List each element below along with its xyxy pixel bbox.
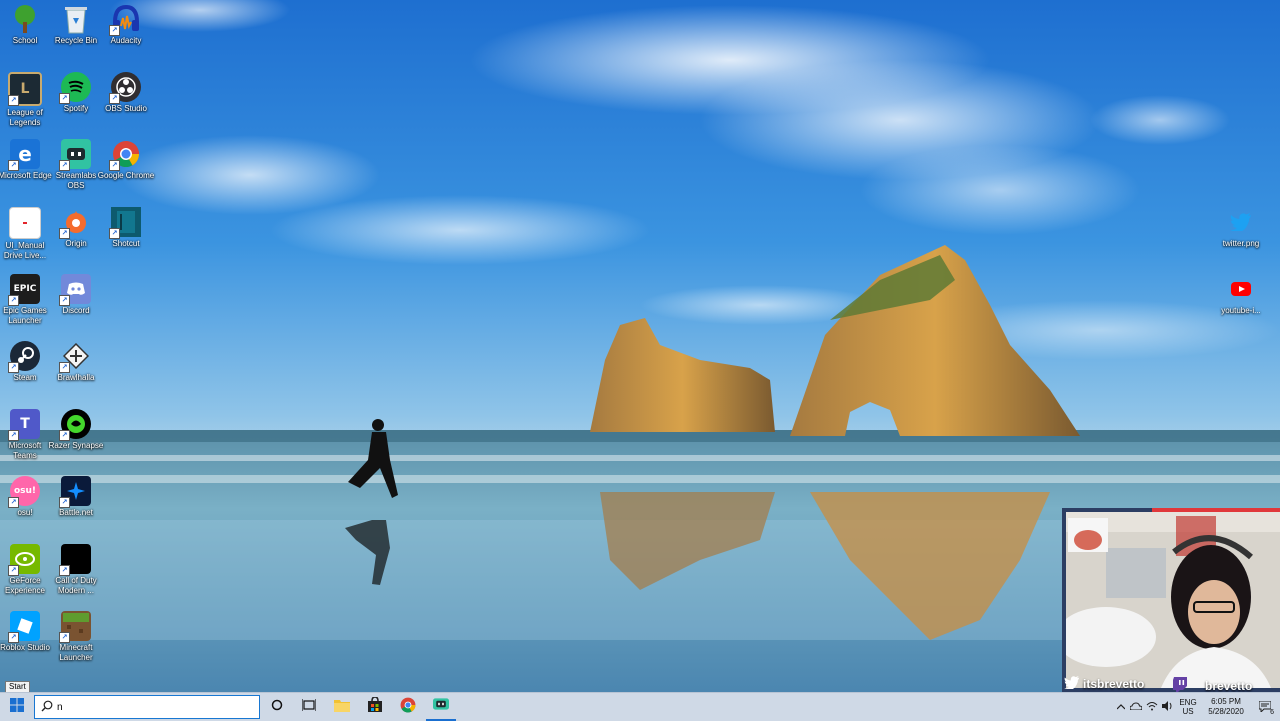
twitter-icon [1226,207,1256,237]
language-code: ENG [1179,698,1197,707]
call-of-duty-icon: ↗ [59,544,91,576]
taskbar-store[interactable] [360,693,390,721]
region-code: US [1182,707,1194,716]
task-view-button[interactable] [294,693,324,721]
edge-icon: e ↗ [8,139,40,171]
taskbar-clock[interactable]: 6:05 PM 5/28/2020 [1200,697,1252,717]
desktop-icon-label: Battle.net [59,508,93,517]
notification-count-badge: 6 [1270,708,1274,716]
brawlhalla-icon: ↗ [59,341,91,373]
streamlabs-icon [433,697,449,716]
start-button[interactable] [0,693,34,721]
windows-logo-icon [10,697,24,717]
epic-games-icon: EPIC ↗ [8,274,40,306]
taskbar: ENG US 6:05 PM 5/28/2020 6 [0,692,1280,721]
minecraft-icon: ↗ [59,611,91,643]
twitch-handle: brevetto [1172,676,1252,692]
chrome-icon: ↗ [109,139,141,171]
chrome-icon [400,697,416,718]
razer-icon: ↗ [59,409,91,441]
desktop-icon-label: Razer Synapse [48,441,104,450]
osu-icon: osu! ↗ [8,476,40,508]
pdf-icon [9,207,41,239]
twitter-icon [1064,676,1080,692]
audacity-icon: ↗ [109,4,141,36]
desktop-icon-twitter-png[interactable]: twitter.png [1210,203,1272,249]
webcam-overlay: itsbrevetto brevetto [1062,508,1280,692]
tree-icon [10,4,40,34]
desktop-icon-google-chrome[interactable]: ↗ Google Chrome [95,135,157,181]
obs-icon: ↗ [109,72,141,104]
action-center-button[interactable]: 6 [1252,700,1278,716]
desktop-icon-label: youtube-i... [1221,306,1261,315]
desktop-icon-minecraft[interactable]: ↗ Minecraft Launcher [45,607,107,663]
desktop-icon-audacity[interactable]: ↗ Audacity [95,0,157,46]
twitch-handle-text: brevetto [1205,678,1253,693]
volume-speaker-icon[interactable] [1160,701,1176,713]
input-language-indicator[interactable]: ENG US [1176,698,1200,716]
file-explorer-icon [334,698,350,717]
desktop-icon-shotcut[interactable]: ↗ Shotcut [95,203,157,249]
desktop-icon-label: twitter.png [1222,239,1260,248]
desktop-icon-label: Brawlhalla [57,373,95,382]
taskbar-search-box[interactable] [34,695,260,719]
desktop-icon-label: Call of Duty Modern ... [55,576,97,595]
taskbar-streamlabs[interactable] [426,693,456,721]
twitch-icon [1172,676,1188,692]
desktop-icon-brawlhalla[interactable]: ↗ Brawlhalla [45,337,107,383]
league-of-legends-icon: L ↗ [8,72,42,106]
network-wifi-icon[interactable] [1144,701,1160,713]
recycle-bin-icon [61,4,91,34]
desktop-icon-obs-studio[interactable]: ↗ OBS Studio [95,68,157,114]
store-icon [367,695,383,718]
system-tray: ENG US 6:05 PM 5/28/2020 6 [1114,693,1278,721]
cortana-button[interactable] [262,693,292,721]
webcam-accent-bar [1152,508,1280,512]
twitter-handle: itsbrevetto [1064,676,1144,692]
clock-time: 6:05 PM [1211,697,1241,706]
desktop-icon-battlenet[interactable]: ↗ Battle.net [45,472,107,518]
desktop-icon-label: Google Chrome [97,171,155,180]
geforce-icon: ↗ [8,544,40,576]
desktop-icon-label: OBS Studio [105,104,147,113]
streamlabs-icon: ↗ [59,139,91,171]
desktop-icon-discord[interactable]: ↗ Discord [45,270,107,316]
taskbar-file-explorer[interactable] [327,693,357,721]
roblox-icon: ↗ [8,611,40,643]
spotify-icon: ↗ [59,72,91,104]
desktop-icon-label: Discord [62,306,90,315]
desktop-icon-razer-synapse[interactable]: ↗ Razer Synapse [45,405,107,451]
cortana-icon [271,698,283,716]
steam-icon: ↗ [8,341,40,373]
origin-icon: ↗ [59,207,91,239]
clock-date: 5/28/2020 [1208,707,1244,716]
desktop-icon-label: Minecraft Launcher [59,643,93,662]
onedrive-cloud-icon[interactable] [1128,702,1144,712]
webcam-social-bar: itsbrevetto brevetto [1062,674,1280,692]
shotcut-icon: ↗ [109,207,141,239]
discord-icon: ↗ [59,274,91,306]
teams-icon: T ↗ [8,409,40,441]
desktop-icon-label: Shotcut [112,239,140,248]
desktop-icon-youtube-png[interactable]: youtube-i... [1210,270,1272,316]
twitter-handle-text: itsbrevetto [1083,677,1145,691]
desktop-icon-call-of-duty[interactable]: ↗ Call of Duty Modern ... [45,540,107,596]
task-view-icon [301,698,317,716]
webcam-feed [1066,512,1280,688]
show-hidden-icons-chevron-up-icon[interactable] [1114,703,1128,712]
desktop-icon-label: Audacity [110,36,142,45]
youtube-icon [1226,274,1256,304]
search-icon [41,700,53,715]
battlenet-icon: ↗ [59,476,91,508]
taskbar-chrome[interactable] [393,693,423,721]
search-input[interactable] [53,701,237,713]
